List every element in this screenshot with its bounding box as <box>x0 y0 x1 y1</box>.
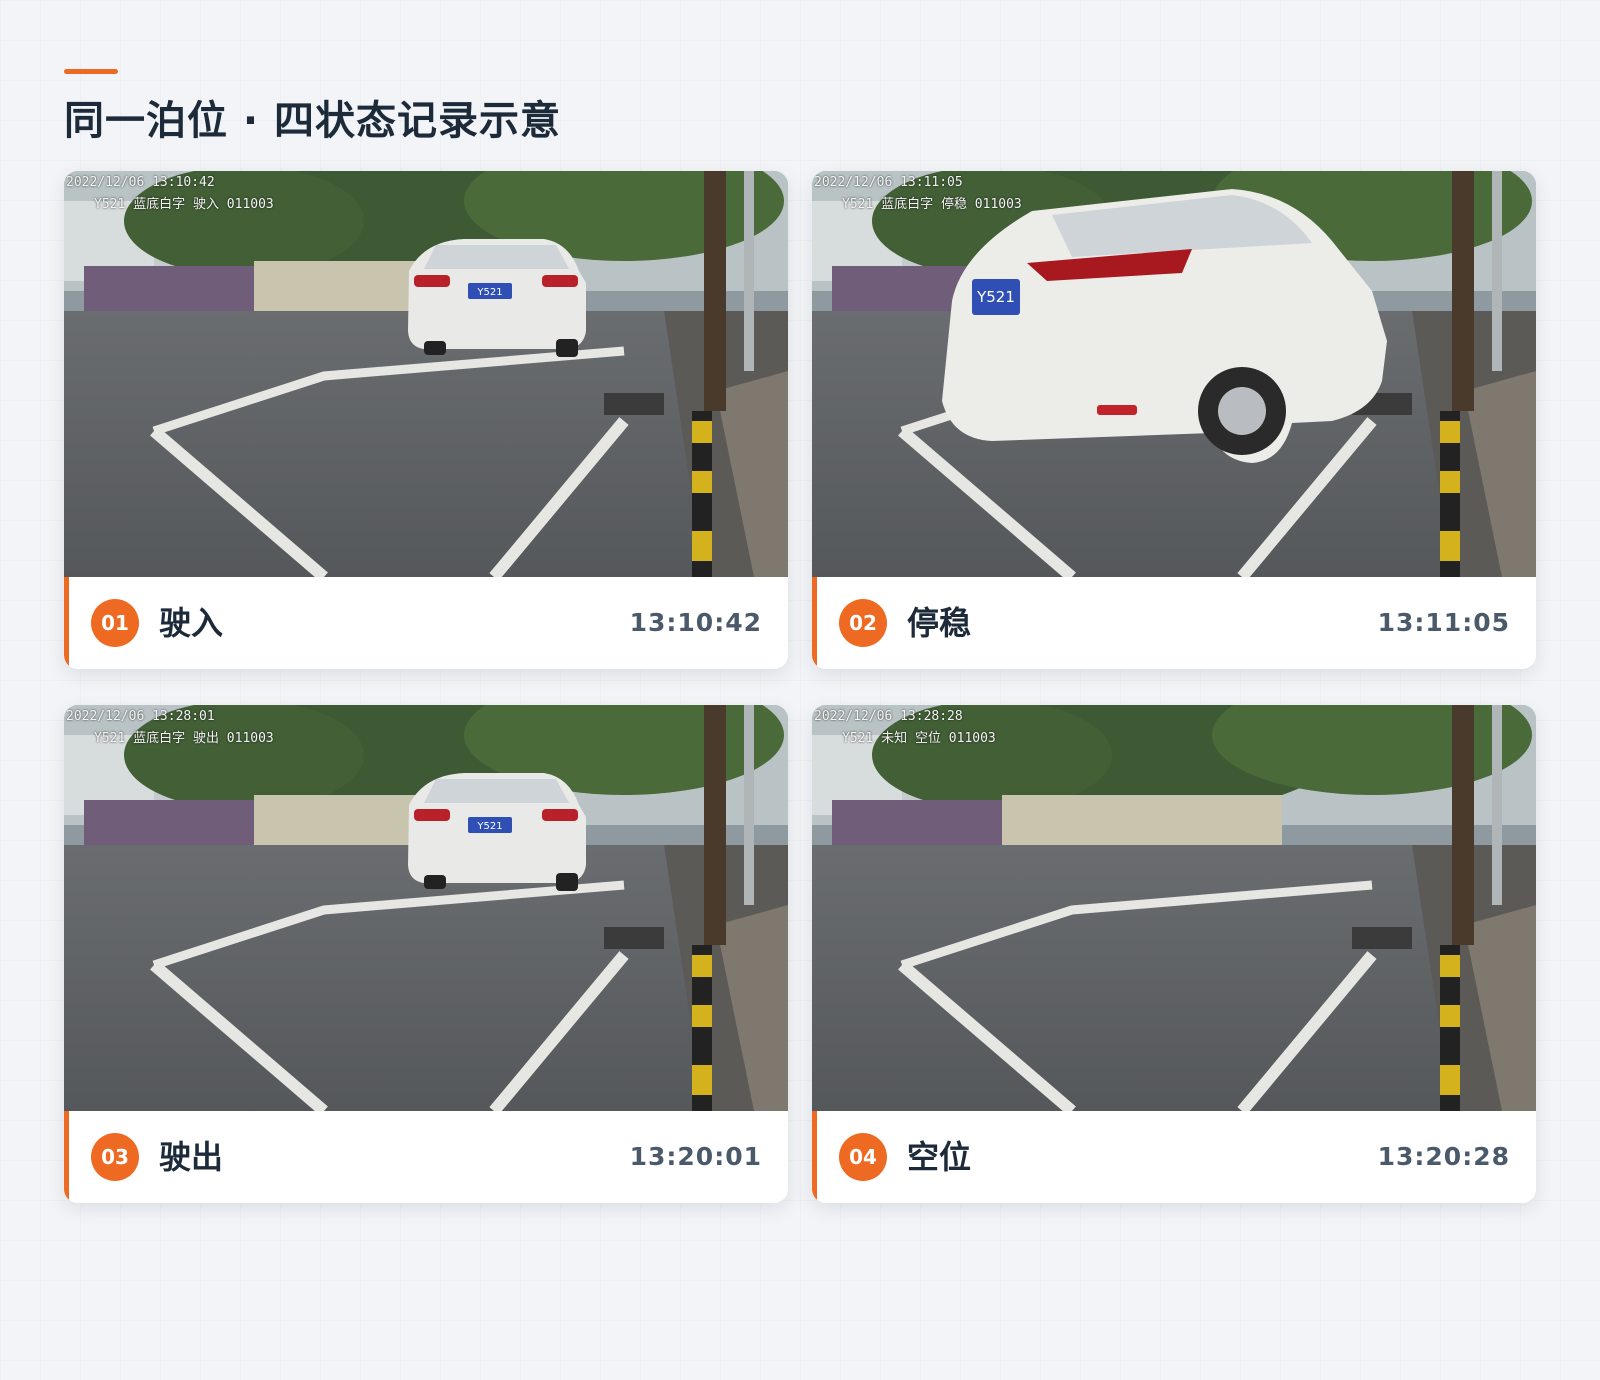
card-footer: 02 停稳 13:11:05 <box>812 577 1536 669</box>
page-title: 同一泊位 · 四状态记录示意 <box>64 98 562 144</box>
step-number-badge: 01 <box>91 599 139 647</box>
car: Y521 <box>408 239 586 357</box>
osd-timestamp: 2022/12/06 13:11:05 <box>814 175 963 190</box>
time-label: 13:11:05 <box>1377 608 1510 637</box>
title-accent-bar <box>64 69 118 74</box>
svg-text:Y521: Y521 <box>976 288 1015 306</box>
state-label: 停稳 <box>907 604 972 642</box>
footer-accent-bar <box>812 577 817 669</box>
osd-timestamp: 2022/12/06 13:28:28 <box>814 709 963 724</box>
camera-snapshot: Y521 <box>64 171 788 577</box>
step-number-badge: 03 <box>91 1133 139 1181</box>
osd-timestamp: 2022/12/06 13:28:01 <box>66 709 215 724</box>
card-footer: 01 驶入 13:10:42 <box>64 577 788 669</box>
footer-accent-bar <box>812 1111 817 1203</box>
time-label: 13:10:42 <box>629 608 762 637</box>
osd-info: Y521 蓝底白字 停稳 011003 <box>842 197 1022 212</box>
time-label: 13:20:28 <box>1377 1142 1510 1171</box>
step-number-badge: 02 <box>839 599 887 647</box>
footer-accent-bar <box>64 1111 69 1203</box>
state-label: 空位 <box>907 1138 972 1176</box>
car: Y521 <box>408 773 586 891</box>
osd-timestamp: 2022/12/06 13:10:42 <box>66 175 215 190</box>
camera-snapshot: Y521 <box>812 171 1536 577</box>
svg-text:Y521: Y521 <box>476 821 502 832</box>
record-card-04[interactable]: 2022/12/06 13:28:28 Y521 未知 空位 011003 04… <box>812 705 1536 1203</box>
osd-info: Y521 蓝底白字 驶入 011003 <box>94 197 274 212</box>
state-label: 驶入 <box>159 604 224 642</box>
record-card-02[interactable]: Y521 2022/12/06 13:11:05 Y521 蓝底白字 停稳 01… <box>812 171 1536 669</box>
card-footer: 04 空位 13:20:28 <box>812 1111 1536 1203</box>
record-card-01[interactable]: Y521 2022/12/06 13:10:42 Y521 蓝底白字 驶入 01… <box>64 171 788 669</box>
record-card-03[interactable]: Y521 2022/12/06 13:28:01 Y521 蓝底白字 驶出 01… <box>64 705 788 1203</box>
osd-info: Y521 未知 空位 011003 <box>842 731 996 746</box>
time-label: 13:20:01 <box>629 1142 762 1171</box>
card-footer: 03 驶出 13:20:01 <box>64 1111 788 1203</box>
camera-snapshot: Y521 <box>64 705 788 1111</box>
state-label: 驶出 <box>159 1138 224 1176</box>
camera-snapshot <box>812 705 1536 1111</box>
footer-accent-bar <box>64 577 69 669</box>
step-number-badge: 04 <box>839 1133 887 1181</box>
svg-text:Y521: Y521 <box>476 287 502 298</box>
osd-info: Y521 蓝底白字 驶出 011003 <box>94 731 274 746</box>
